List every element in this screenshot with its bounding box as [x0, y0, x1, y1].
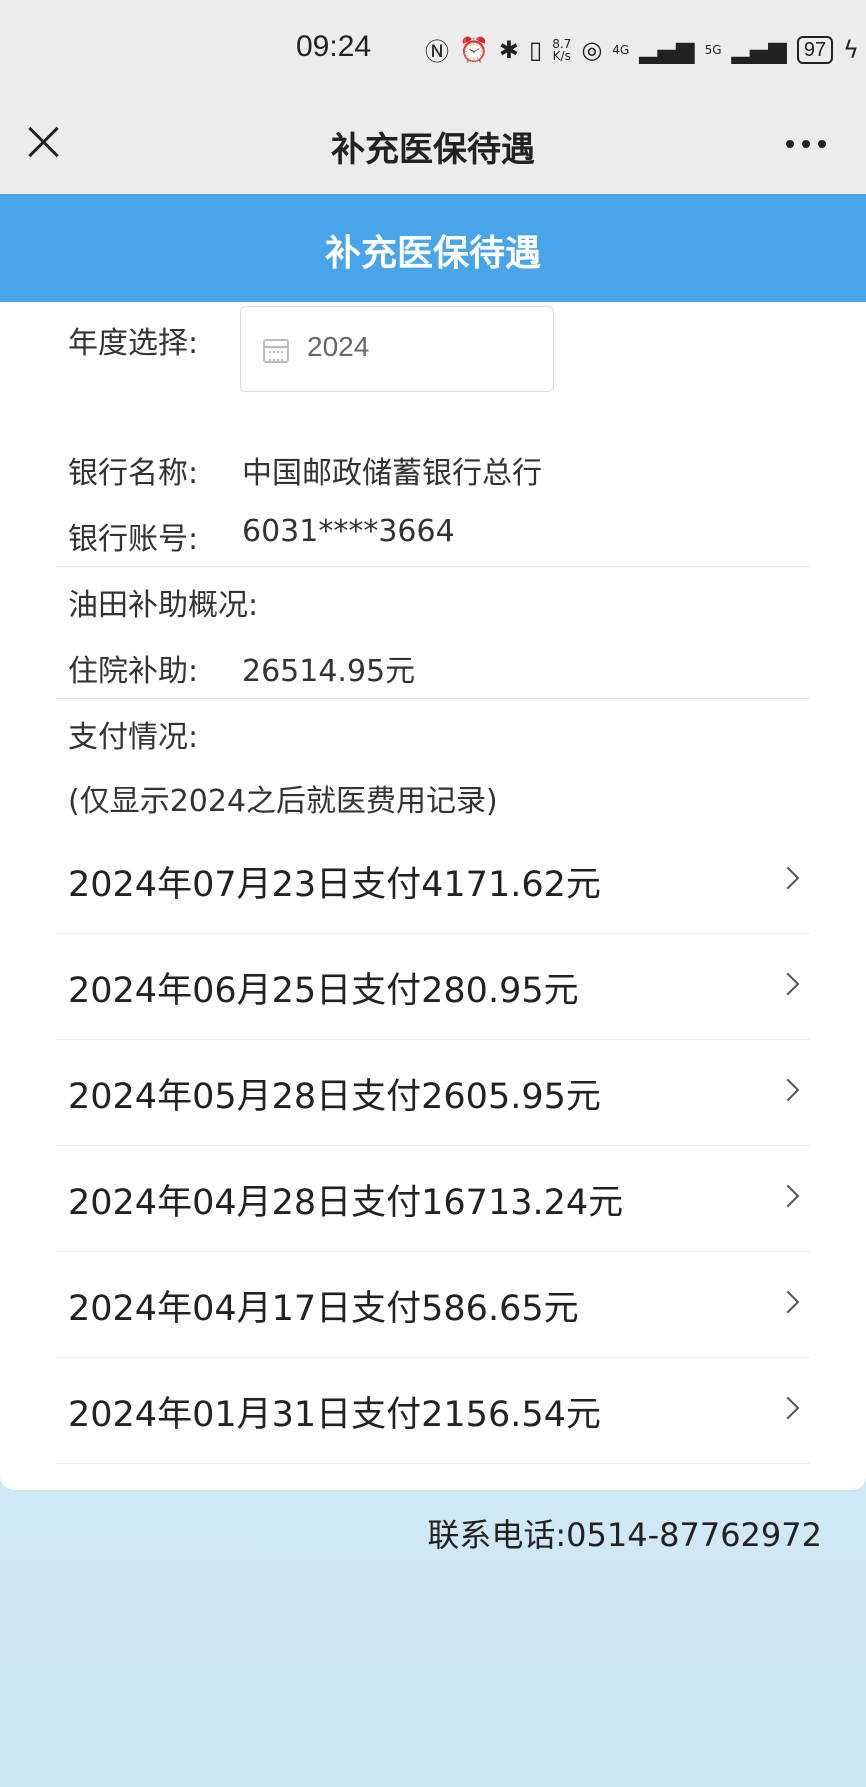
chevron-right-icon: [776, 1078, 800, 1102]
chevron-right-icon: [776, 1396, 800, 1420]
account-label: 银行账号:: [68, 522, 199, 557]
banner-title: 补充医保待遇: [324, 233, 541, 274]
chevron-right-icon: [776, 1290, 800, 1314]
bank-name-value: 中国邮政储蓄银行总行: [242, 456, 542, 491]
charging-icon: ϟ: [843, 35, 859, 64]
chevron-right-icon: [776, 972, 800, 996]
vibrate-icon: ▯: [529, 35, 543, 64]
payment-item[interactable]: 2024年01月31日支付2156.54元: [56, 1358, 810, 1464]
net-speed: 8.7 K/s: [552, 38, 571, 62]
year-picker[interactable]: 2024: [240, 306, 554, 392]
payment-item-text: 2024年07月23日支付4171.62元: [68, 865, 601, 905]
page-banner: 补充医保待遇: [0, 194, 866, 302]
divider: [56, 566, 810, 567]
subsidy-title: 油田补助概况:: [68, 588, 259, 623]
contact-phone[interactable]: 联系电话:0514-87762972: [427, 1510, 822, 1556]
nav-title: 补充医保待遇: [331, 130, 535, 170]
signal-4g-icon: ▂▄▆: [639, 35, 695, 64]
year-label: 年度选择:: [68, 326, 199, 361]
signal-5g-label: 5G: [704, 42, 722, 57]
hospital-subsidy-amount: 26514.95元: [242, 654, 416, 689]
status-time: 09:24: [296, 30, 372, 63]
alarm-icon: ⏰: [459, 35, 489, 64]
payment-item[interactable]: 2024年06月25日支付280.95元: [56, 934, 810, 1040]
payment-item[interactable]: 2024年07月23日支付4171.62元: [56, 828, 810, 934]
account-value: 6031****3664: [242, 514, 455, 549]
status-bar: 09:24 Ⓝ ⏰ ✱ ▯ 8.7 K/s ◎ 4G ▂▄▆ 5G ▂▄▆ 97…: [0, 0, 866, 100]
payment-item[interactable]: 2024年04月17日支付586.65元: [56, 1252, 810, 1358]
signal-5g-icon: ▂▄▆: [731, 35, 787, 64]
net-speed-unit: K/s: [552, 48, 571, 63]
signal-4g-label: 4G: [612, 42, 630, 57]
payment-item-text: 2024年04月17日支付586.65元: [68, 1289, 579, 1329]
divider: [56, 1463, 810, 1464]
nav-bar: 补充医保待遇: [0, 100, 866, 194]
hospital-subsidy-label: 住院补助:: [68, 654, 199, 689]
more-icon[interactable]: [786, 140, 826, 148]
nfc-icon: Ⓝ: [425, 38, 449, 66]
calendar-icon: [263, 339, 289, 363]
payment-item-text: 2024年05月28日支付2605.95元: [68, 1077, 601, 1117]
divider: [56, 698, 810, 699]
payment-title: 支付情况:: [68, 720, 199, 755]
payment-item[interactable]: 2024年04月28日支付16713.24元: [56, 1146, 810, 1252]
payment-item-text: 2024年01月31日支付2156.54元: [68, 1395, 601, 1435]
payment-note: (仅显示2024之后就医费用记录): [68, 784, 498, 819]
status-icons: Ⓝ ⏰ ✱ ▯ 8.7 K/s ◎ 4G ▂▄▆ 5G ▂▄▆ 97 ϟ: [425, 32, 859, 67]
chevron-right-icon: [776, 866, 800, 890]
bluetooth-icon: ✱: [498, 35, 519, 64]
year-value: 2024: [307, 331, 370, 362]
payment-item-text: 2024年04月28日支付16713.24元: [68, 1183, 624, 1223]
payment-item[interactable]: 2024年05月28日支付2605.95元: [56, 1040, 810, 1146]
chevron-right-icon: [776, 1184, 800, 1208]
payment-item-text: 2024年06月25日支付280.95元: [68, 971, 579, 1011]
hotspot-icon: ◎: [581, 35, 603, 64]
battery-icon: 97: [796, 35, 834, 64]
bank-name-label: 银行名称:: [68, 456, 199, 491]
